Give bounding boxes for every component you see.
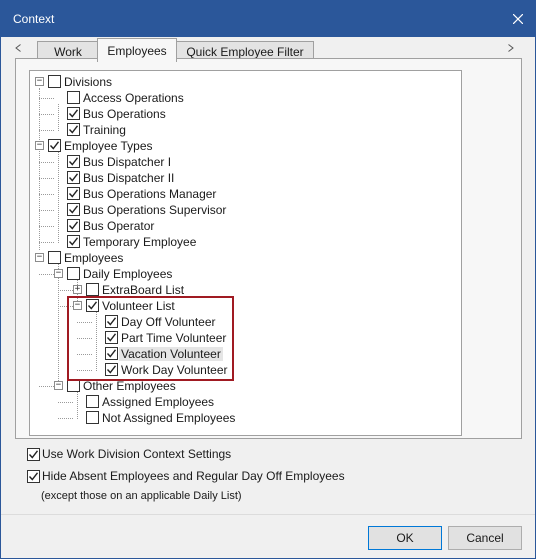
tree-connector bbox=[58, 402, 73, 403]
volunteer-list-checkbox[interactable] bbox=[86, 299, 99, 312]
tree-guide-employees bbox=[58, 264, 59, 387]
tree-guide-divisions bbox=[58, 104, 59, 131]
bus-dispatcher-ii-checkbox[interactable] bbox=[67, 171, 80, 184]
bus-operations-supervisor-label[interactable]: Bus Operations Supervisor bbox=[83, 203, 226, 217]
tree-connector bbox=[39, 210, 54, 211]
tree-connector bbox=[77, 338, 92, 339]
assigned-employees-label[interactable]: Assigned Employees bbox=[102, 395, 214, 409]
employee-types-checkbox[interactable] bbox=[48, 139, 61, 152]
tab-employees[interactable]: Employees bbox=[97, 38, 177, 62]
tab-scroll-right[interactable] bbox=[506, 42, 516, 54]
not-assigned-employees-label[interactable]: Not Assigned Employees bbox=[102, 411, 235, 425]
vacation-volunteer-checkbox[interactable] bbox=[105, 347, 118, 360]
tree-connector bbox=[39, 178, 54, 179]
tree-connector bbox=[77, 354, 92, 355]
divisions-label[interactable]: Divisions bbox=[64, 75, 112, 89]
day-off-volunteer-label[interactable]: Day Off Volunteer bbox=[121, 315, 216, 329]
divisions-checkbox[interactable] bbox=[48, 75, 61, 88]
tree-connector bbox=[39, 194, 54, 195]
cancel-button[interactable]: Cancel bbox=[448, 526, 522, 550]
expand-icon[interactable]: + bbox=[73, 285, 82, 294]
other-employees-label[interactable]: Other Employees bbox=[83, 379, 176, 393]
tree-connector bbox=[39, 386, 54, 387]
day-off-volunteer-checkbox[interactable] bbox=[105, 315, 118, 328]
not-assigned-employees-checkbox[interactable] bbox=[86, 411, 99, 424]
context-dialog: Context Work Employees Quick Employee Fi… bbox=[0, 0, 536, 559]
employees-label[interactable]: Employees bbox=[64, 251, 123, 265]
assigned-employees-checkbox[interactable] bbox=[86, 395, 99, 408]
ok-button[interactable]: OK bbox=[368, 526, 442, 550]
tree-guide-volunteer bbox=[96, 312, 97, 371]
vacation-volunteer-label[interactable]: Vacation Volunteer bbox=[119, 347, 223, 361]
daily-employees-label[interactable]: Daily Employees bbox=[83, 267, 172, 281]
other-employees-checkbox[interactable] bbox=[67, 379, 80, 392]
collapse-icon[interactable]: − bbox=[35, 141, 44, 150]
close-icon bbox=[513, 14, 523, 24]
bus-operator-checkbox[interactable] bbox=[67, 219, 80, 232]
tree-connector bbox=[39, 98, 54, 99]
tree-connector bbox=[39, 162, 54, 163]
extraboard-list-label[interactable]: ExtraBoard List bbox=[102, 283, 184, 297]
access-operations-checkbox[interactable] bbox=[67, 91, 80, 104]
part-time-volunteer-label[interactable]: Part Time Volunteer bbox=[121, 331, 226, 345]
tree-guide-other bbox=[77, 392, 78, 419]
temporary-employee-label[interactable]: Temporary Employee bbox=[83, 235, 196, 249]
bus-dispatcher-i-checkbox[interactable] bbox=[67, 155, 80, 168]
tree-connector bbox=[58, 418, 73, 419]
bus-operator-label[interactable]: Bus Operator bbox=[83, 219, 154, 233]
collapse-icon[interactable]: − bbox=[35, 77, 44, 86]
training-checkbox[interactable] bbox=[67, 123, 80, 136]
bus-operations-label[interactable]: Bus Operations bbox=[83, 107, 166, 121]
window-title: Context bbox=[13, 12, 55, 26]
bus-operations-manager-label[interactable]: Bus Operations Manager bbox=[83, 187, 216, 201]
collapse-icon[interactable]: − bbox=[73, 301, 82, 310]
bus-dispatcher-i-label[interactable]: Bus Dispatcher I bbox=[83, 155, 171, 169]
work-day-volunteer-checkbox[interactable] bbox=[105, 363, 118, 376]
tree-connector bbox=[58, 306, 73, 307]
extraboard-list-checkbox[interactable] bbox=[86, 283, 99, 296]
work-division-checkbox[interactable] bbox=[27, 448, 40, 461]
part-time-volunteer-checkbox[interactable] bbox=[105, 331, 118, 344]
temporary-employee-checkbox[interactable] bbox=[67, 235, 80, 248]
employee-types-label[interactable]: Employee Types bbox=[64, 139, 153, 153]
tree-connector bbox=[39, 274, 54, 275]
work-division-label: Use Work Division Context Settings bbox=[42, 447, 232, 461]
volunteer-list-label[interactable]: Volunteer List bbox=[102, 299, 175, 313]
tree-guide-employee-types bbox=[58, 152, 59, 243]
employees-checkbox[interactable] bbox=[48, 251, 61, 264]
access-operations-label[interactable]: Access Operations bbox=[83, 91, 184, 105]
work-day-volunteer-label[interactable]: Work Day Volunteer bbox=[121, 363, 228, 377]
hide-absent-note: (except those on an applicable Daily Lis… bbox=[41, 490, 242, 502]
tree-connector bbox=[39, 242, 54, 243]
tree-connector bbox=[77, 322, 92, 323]
tree-connector bbox=[39, 130, 54, 131]
daily-employees-checkbox[interactable] bbox=[67, 267, 80, 280]
close-button[interactable] bbox=[501, 1, 535, 37]
tree-connector bbox=[77, 370, 92, 371]
tree-connector bbox=[39, 114, 54, 115]
bus-dispatcher-ii-label[interactable]: Bus Dispatcher II bbox=[83, 171, 174, 185]
title-bar: Context bbox=[1, 1, 535, 37]
bus-operations-supervisor-checkbox[interactable] bbox=[67, 203, 80, 216]
bus-operations-manager-checkbox[interactable] bbox=[67, 187, 80, 200]
collapse-icon[interactable]: − bbox=[54, 381, 63, 390]
tree-connector bbox=[39, 226, 54, 227]
hide-absent-checkbox[interactable] bbox=[27, 470, 40, 483]
bus-operations-checkbox[interactable] bbox=[67, 107, 80, 120]
tab-strip: Work Employees Quick Employee Filter bbox=[1, 37, 535, 62]
caret-right-icon bbox=[508, 44, 514, 52]
tab-scroll-left[interactable] bbox=[13, 42, 23, 54]
collapse-icon[interactable]: − bbox=[35, 253, 44, 262]
tree-connector bbox=[58, 290, 73, 291]
caret-left-icon bbox=[15, 44, 21, 52]
training-label[interactable]: Training bbox=[83, 123, 126, 137]
collapse-icon[interactable]: − bbox=[54, 269, 63, 278]
hide-absent-label: Hide Absent Employees and Regular Day Of… bbox=[42, 469, 345, 483]
